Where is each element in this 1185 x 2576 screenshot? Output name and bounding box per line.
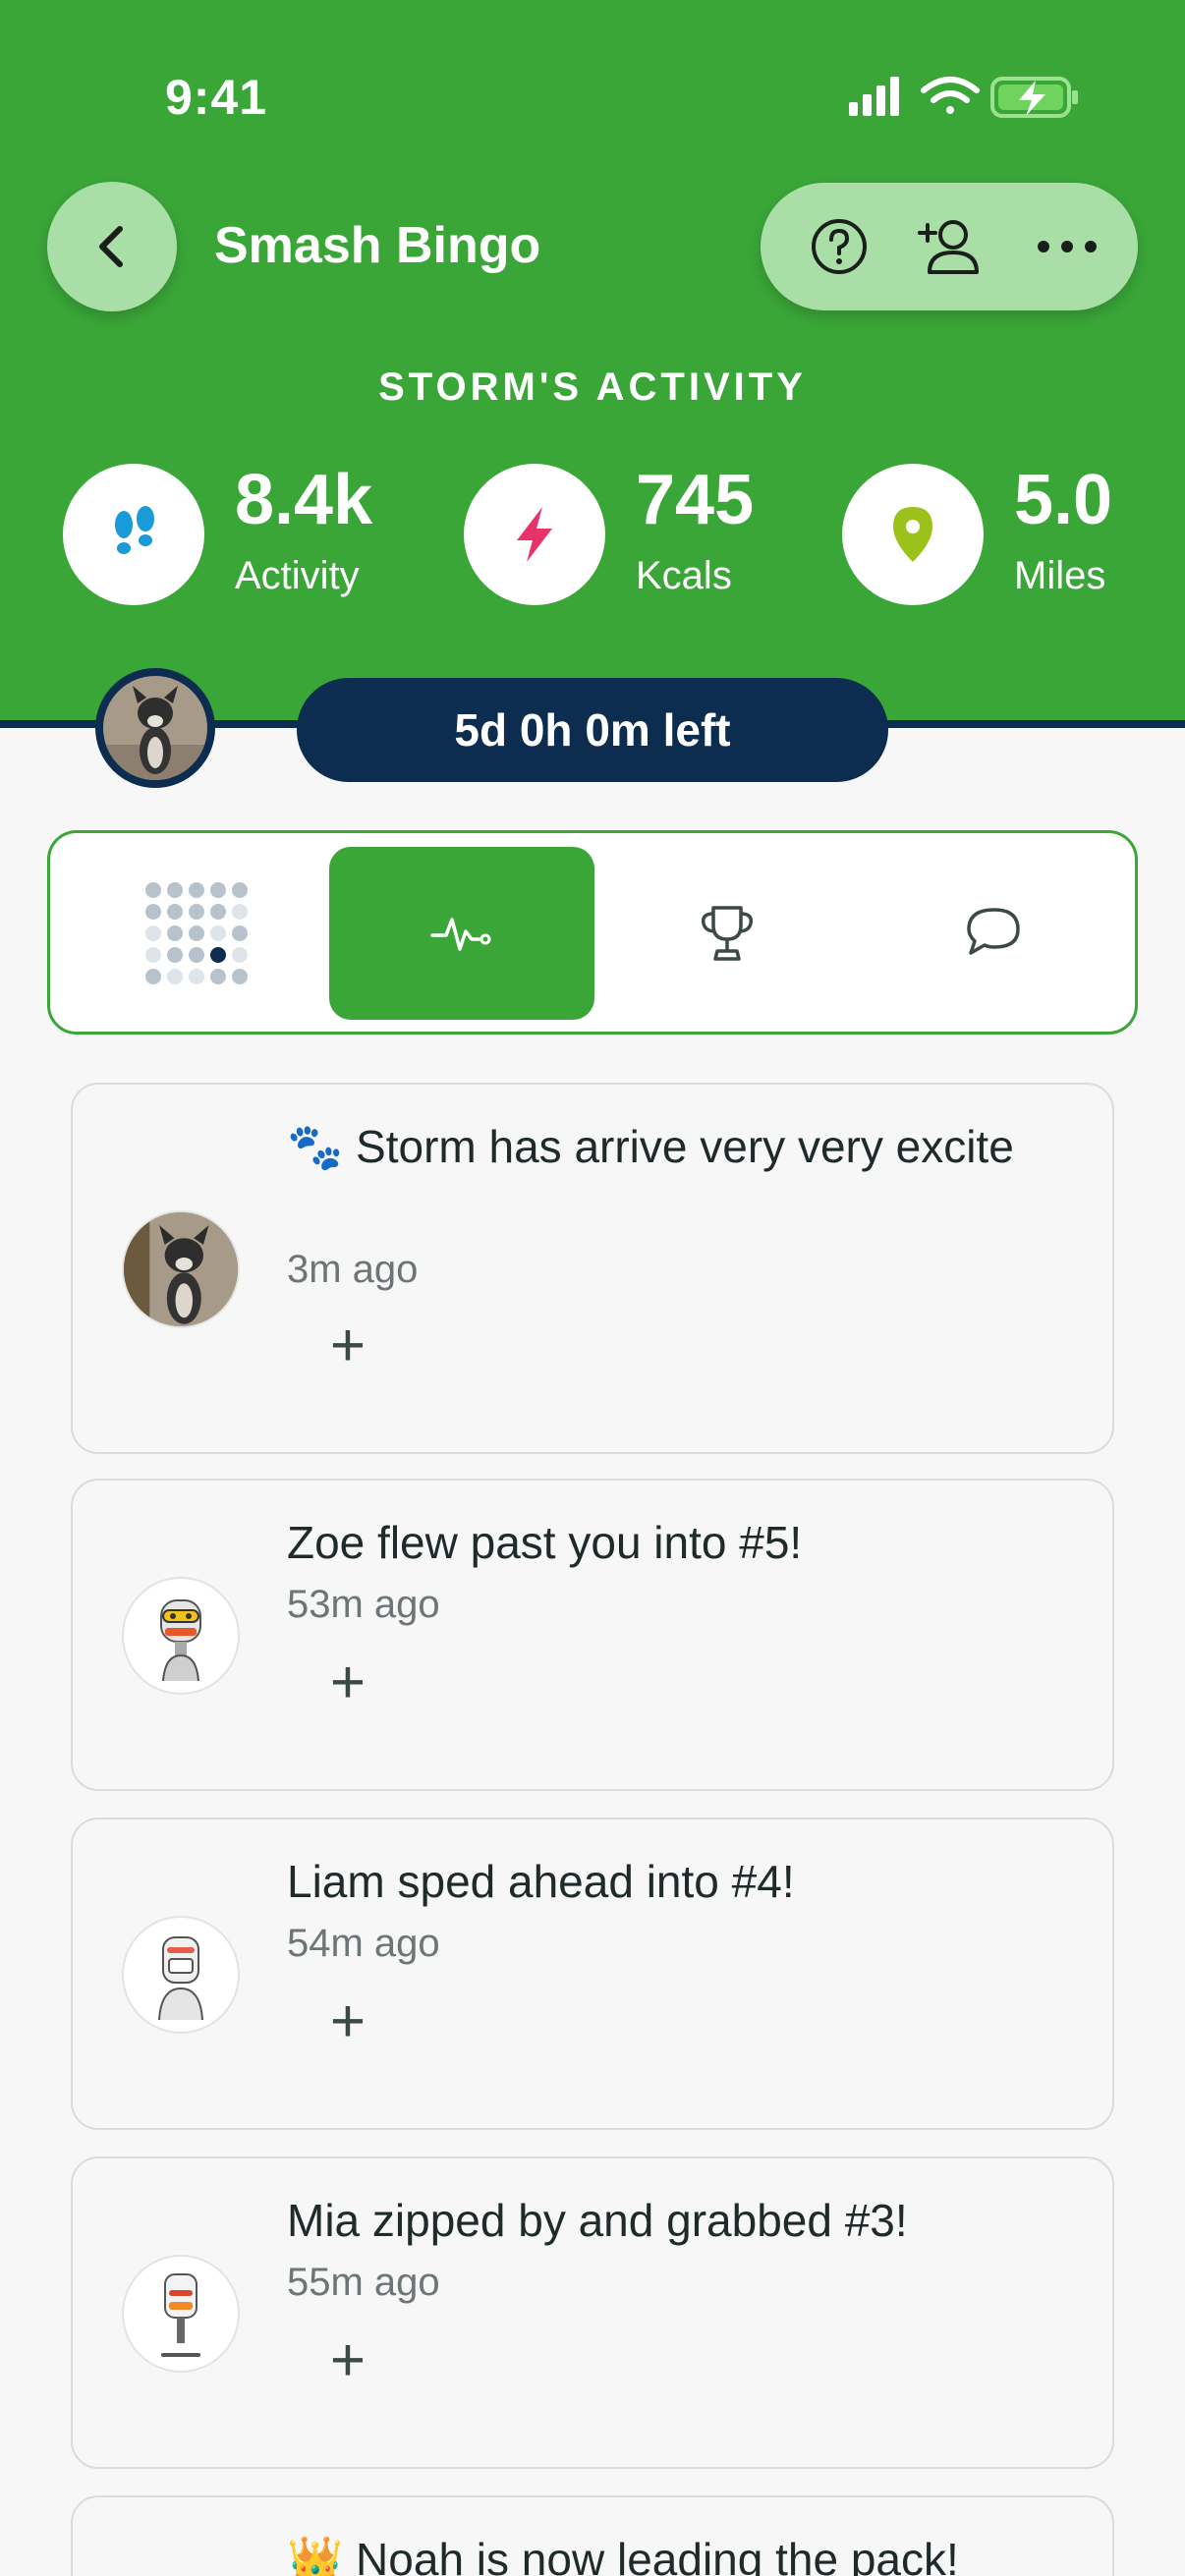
feed-message: Zoe flew past you into #5! [287,1517,803,1568]
activity-title: STORM'S ACTIVITY [378,365,807,409]
feed-message: Mia zipped by and grabbed #3! [287,2195,908,2246]
help-icon [812,219,867,274]
page-title: Smash Bingo [214,217,541,274]
feed-time: 55m ago [287,2261,440,2304]
feed-item: Mia zipped by and grabbed #3! 55m ago + [71,2156,1114,2469]
stat-value: 5.0 [1014,461,1113,539]
stat-miles-badge [842,464,984,605]
tab-activity[interactable] [329,847,594,1020]
time-left-badge: 5d 0h 0m left [297,678,888,782]
feed-message: 🐾 Storm has arrive very very excite [287,1121,1014,1172]
more-icon [1038,241,1097,252]
lightning-icon [517,507,552,562]
dog-avatar-image [103,676,207,780]
chat-icon [967,908,1020,955]
tab-chat[interactable] [860,847,1125,1020]
avatar[interactable] [122,1916,240,2034]
feed-item: Liam sped ahead into #4! 54m ago + [71,1818,1114,2130]
feed-message: Liam sped ahead into #4! [287,1856,795,1907]
feed-message: 👑 Noah is now leading the pack! [287,2534,959,2576]
robot-avatar-icon [161,2273,200,2357]
stat-value: 8.4k [235,461,373,539]
more-button[interactable] [1028,207,1106,286]
trophy-icon [701,906,754,961]
dog-avatar-image [124,1212,238,1326]
stat-kcals-badge [464,464,605,605]
avatar[interactable] [122,1577,240,1695]
user-avatar[interactable] [95,668,215,788]
stat-label: Miles [1014,554,1106,597]
feed-time: 3m ago [287,1248,419,1291]
status-icons [847,71,1083,126]
add-reaction-button[interactable]: + [318,1316,377,1376]
robot-avatar-icon [158,1936,203,2021]
feed-time: 54m ago [287,1922,440,1965]
pulse-icon [430,918,491,951]
robot-avatar-icon [160,1599,201,1682]
add-reaction-button[interactable]: + [318,1991,377,2052]
status-time: 9:41 [165,70,268,125]
stat-label: Kcals [636,554,732,597]
help-button[interactable] [800,207,878,286]
add-member-button[interactable] [910,207,988,286]
add-person-icon [918,220,979,274]
footsteps-icon [115,506,154,554]
back-button[interactable] [47,182,177,311]
header-actions [761,183,1138,310]
avatar[interactable] [122,2255,240,2373]
add-reaction-button[interactable]: + [318,2330,377,2391]
feed-time: 53m ago [287,1583,440,1626]
stat-label: Activity [235,554,360,597]
feed-item: 🐾 Storm has arrive very very excite 3m a… [71,1083,1114,1454]
chevron-left-icon [99,226,123,267]
tab-leaderboard[interactable] [594,847,860,1020]
avatar[interactable] [122,1210,240,1328]
tab-bar [47,830,1138,1035]
location-pin-icon [893,507,932,562]
stat-activity-badge [63,464,204,605]
grid-icon [145,882,248,984]
add-reaction-button[interactable]: + [318,1652,377,1713]
battery-charging-icon [990,77,1078,118]
feed-item: Zoe flew past you into #5! 53m ago + [71,1479,1114,1791]
stat-value: 745 [636,461,755,539]
cellular-signal-icon [849,77,899,116]
wifi-icon [921,77,980,114]
feed-item: 👑 Noah is now leading the pack! [71,2495,1114,2576]
tab-bingo-board[interactable] [64,847,329,1020]
